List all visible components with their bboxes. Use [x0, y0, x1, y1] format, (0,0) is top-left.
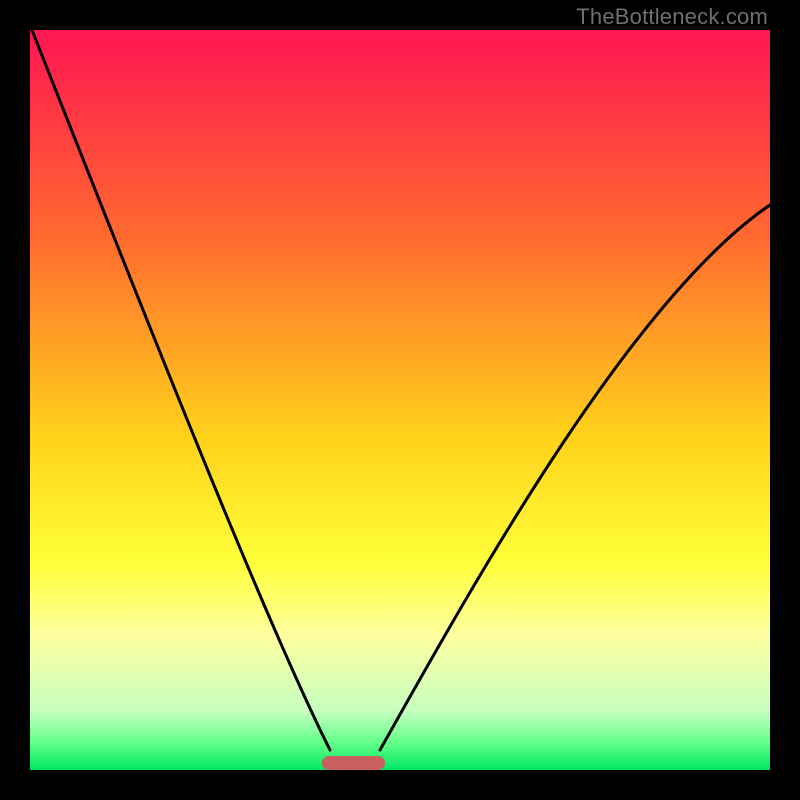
- curve-left: [30, 30, 330, 750]
- bottleneck-curve: [30, 30, 770, 770]
- chart-frame: [30, 30, 770, 770]
- optimal-range-marker: [322, 756, 385, 770]
- curve-right: [380, 205, 770, 750]
- watermark-text: TheBottleneck.com: [576, 4, 768, 30]
